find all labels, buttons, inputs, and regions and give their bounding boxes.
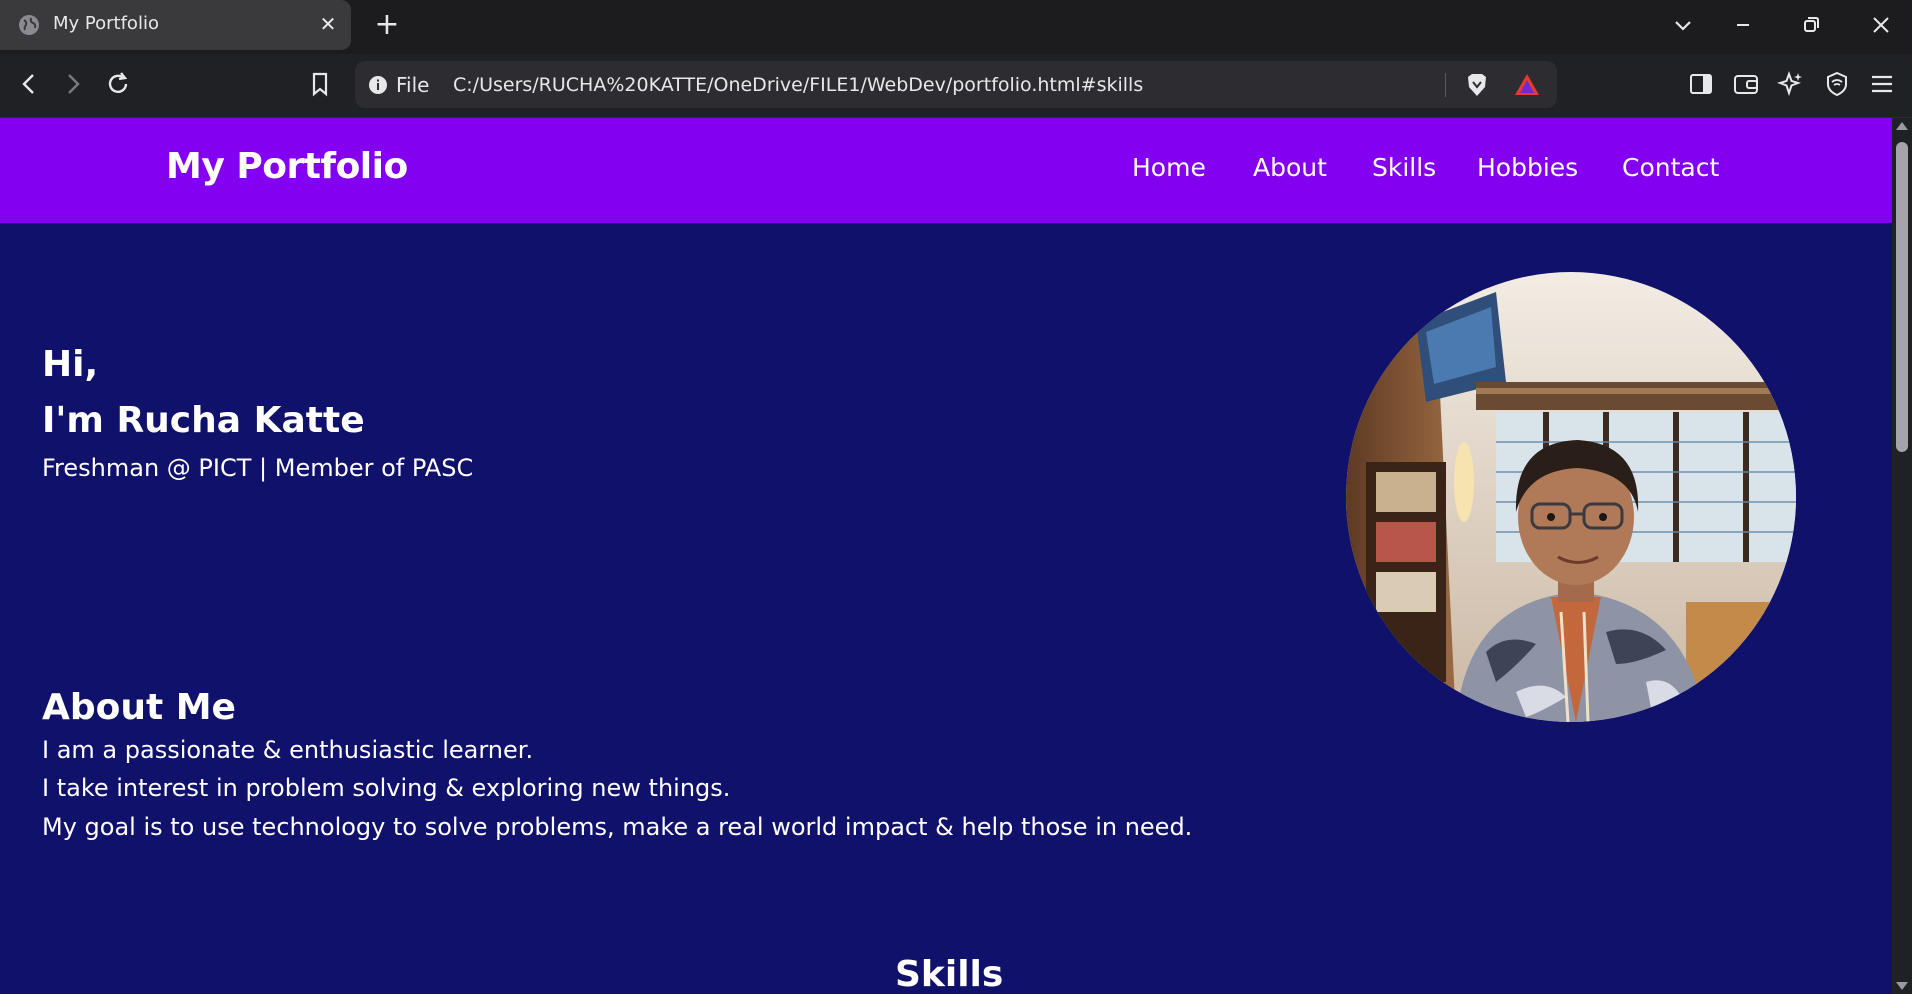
- info-icon[interactable]: [368, 75, 388, 95]
- tab-strip: My Portfolio ✕ +: [0, 0, 1912, 54]
- reload-icon[interactable]: [103, 69, 133, 99]
- sidebar-icon[interactable]: [1686, 69, 1716, 99]
- active-tab[interactable]: My Portfolio ✕: [0, 0, 351, 50]
- forward-icon[interactable]: [58, 69, 88, 99]
- profile-photo-image: [1346, 272, 1796, 722]
- nav-link-home[interactable]: Home: [1132, 153, 1206, 182]
- minimize-icon[interactable]: [1728, 10, 1758, 40]
- brave-shields-icon[interactable]: [1463, 71, 1491, 99]
- hero-name: I'm Rucha Katte: [42, 400, 365, 441]
- globe-icon: [19, 15, 39, 35]
- bookmark-icon[interactable]: [305, 69, 335, 99]
- nav-link-about[interactable]: About: [1253, 153, 1327, 182]
- window-close-icon[interactable]: [1866, 10, 1896, 40]
- restore-icon[interactable]: [1796, 10, 1826, 40]
- skills-heading: Skills: [895, 954, 1004, 994]
- nav-link-skills[interactable]: Skills: [1372, 153, 1436, 182]
- browser-window: My Portfolio ✕ + File C:/Users/RUCHA%20K…: [0, 0, 1912, 994]
- url-text[interactable]: C:/Users/RUCHA%20KATTE/OneDrive/FILE1/We…: [453, 74, 1143, 96]
- scroll-down-icon[interactable]: [1896, 982, 1908, 990]
- tab-title: My Portfolio: [53, 13, 159, 34]
- brave-rewards-icon[interactable]: [1513, 71, 1541, 99]
- new-tab-icon[interactable]: +: [372, 10, 402, 40]
- browser-toolbar: File C:/Users/RUCHA%20KATTE/OneDrive/FIL…: [0, 54, 1912, 118]
- nav-link-hobbies[interactable]: Hobbies: [1477, 153, 1578, 182]
- leo-ai-icon[interactable]: [1776, 69, 1806, 99]
- wallet-icon[interactable]: [1731, 69, 1761, 99]
- scheme-label: File: [396, 73, 430, 97]
- page-scrollbar[interactable]: [1892, 118, 1912, 994]
- about-heading: About Me: [42, 687, 236, 728]
- nav-link-contact[interactable]: Contact: [1622, 153, 1719, 182]
- about-line: I take interest in problem solving & exp…: [42, 774, 731, 802]
- hero-greeting: Hi,: [42, 344, 99, 385]
- menu-icon[interactable]: [1867, 69, 1897, 99]
- scroll-up-icon[interactable]: [1896, 122, 1908, 130]
- divider: [1445, 73, 1446, 97]
- about-line: My goal is to use technology to solve pr…: [42, 813, 1193, 841]
- page-viewport: My Portfolio Home About Skills Hobbies C…: [0, 118, 1892, 994]
- hero-tagline: Freshman @ PICT | Member of PASC: [42, 454, 474, 482]
- tab-search-icon[interactable]: [1668, 10, 1698, 40]
- vpn-shield-icon[interactable]: [1822, 69, 1852, 99]
- site-brand[interactable]: My Portfolio: [166, 146, 408, 187]
- profile-photo: [1346, 272, 1796, 722]
- site-navbar: My Portfolio Home About Skills Hobbies C…: [0, 118, 1892, 223]
- close-icon[interactable]: ✕: [318, 14, 338, 34]
- scroll-thumb[interactable]: [1896, 142, 1908, 452]
- address-bar[interactable]: File C:/Users/RUCHA%20KATTE/OneDrive/FIL…: [355, 61, 1557, 108]
- back-icon[interactable]: [14, 69, 44, 99]
- about-line: I am a passionate & enthusiastic learner…: [42, 736, 534, 764]
